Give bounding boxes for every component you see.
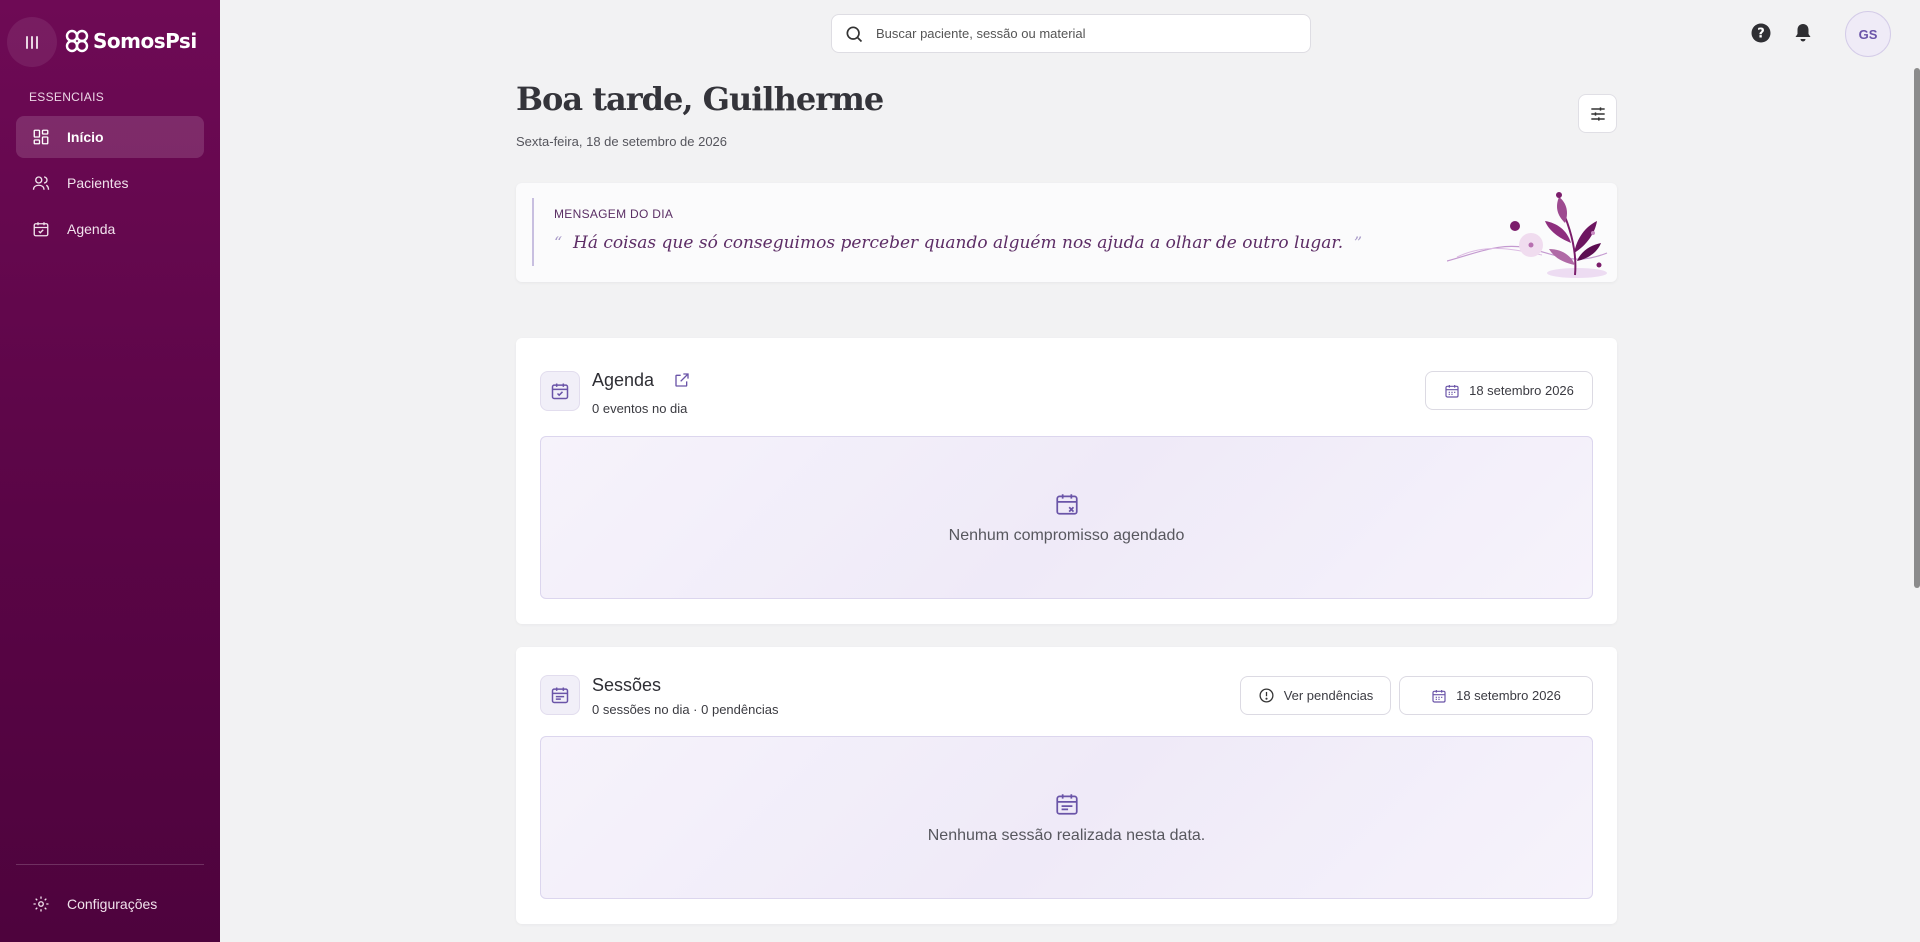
calendar-list-icon <box>551 687 569 704</box>
calendar-check-icon <box>551 383 569 400</box>
plant-illustration <box>1447 192 1608 278</box>
sliders-icon <box>1590 106 1605 121</box>
sidebar-item-configuracoes[interactable]: Configurações <box>16 883 204 925</box>
dashboard-icon <box>33 129 49 145</box>
brand-name: SomosPsi <box>93 29 197 53</box>
calendar-icon <box>1445 384 1459 398</box>
agenda-date-label: 18 setembro 2026 <box>1469 383 1574 398</box>
gear-icon <box>33 896 49 912</box>
message-accent-bar <box>532 198 534 266</box>
sessions-date-label: 18 setembro 2026 <box>1456 688 1561 703</box>
sidebar-item-label: Início <box>67 129 104 145</box>
agenda-date-picker-button[interactable]: 18 setembro 2026 <box>1425 371 1593 410</box>
customize-dashboard-button[interactable] <box>1578 94 1617 133</box>
search-bar[interactable] <box>831 14 1311 53</box>
users-icon <box>32 176 50 190</box>
quote-text: Há coisas que só conseguimos perceber qu… <box>573 233 1344 253</box>
sidebar-item-pacientes[interactable]: Pacientes <box>16 162 204 204</box>
logo-icon <box>65 29 89 53</box>
nav-section-label: ESSENCIAIS <box>29 90 105 104</box>
agenda-title: Agenda <box>592 370 655 390</box>
message-quote: “ Há coisas que só conseguimos perceber … <box>554 233 1362 253</box>
agenda-card-icon <box>540 371 580 411</box>
sessions-card-icon <box>540 675 580 715</box>
sidebar-item-label: Pacientes <box>67 175 129 191</box>
external-link-icon[interactable] <box>674 372 690 388</box>
calendar-x-icon <box>1055 493 1078 515</box>
search-icon <box>846 26 863 42</box>
menu-toggle-button[interactable] <box>7 17 57 67</box>
sidebar-item-label: Agenda <box>67 221 116 237</box>
sidebar-nav: Início Pacientes Agenda <box>16 116 204 254</box>
sidebar: SomosPsi ESSENCIAIS Início Pacientes Age… <box>0 0 220 942</box>
sidebar-item-inicio[interactable]: Início <box>16 116 204 158</box>
agenda-card: Agenda 0 eventos no dia 18 setembro 2026… <box>516 338 1617 624</box>
bell-icon[interactable] <box>1792 22 1814 44</box>
calendar-icon <box>1432 689 1446 703</box>
sidebar-item-label: Configurações <box>67 896 158 912</box>
sidebar-item-agenda[interactable]: Agenda <box>16 208 204 250</box>
page-title: Boa tarde, Guilherme <box>516 80 884 118</box>
message-of-the-day: MENSAGEM DO DIA “ Há coisas que só conse… <box>516 183 1617 282</box>
view-pending-label: Ver pendências <box>1283 688 1374 703</box>
agenda-empty-state: Nenhum compromisso agendado <box>540 436 1593 599</box>
search-input[interactable] <box>876 26 1276 41</box>
svg-text:?: ? <box>1757 27 1765 42</box>
view-pending-button[interactable]: Ver pendências <box>1240 676 1391 715</box>
calendar-check-icon <box>33 222 49 237</box>
agenda-empty-text: Nenhum compromisso agendado <box>948 526 1185 544</box>
sessions-date-picker-button[interactable]: 18 setembro 2026 <box>1399 676 1593 715</box>
user-avatar[interactable]: GS <box>1845 11 1891 57</box>
sessions-card: Sessões 0 sessões no dia · 0 pendências … <box>516 647 1617 924</box>
sessions-title: Sessões <box>592 675 662 695</box>
help-icon[interactable]: ? <box>1750 22 1772 44</box>
page-scrollbar[interactable] <box>1914 68 1920 588</box>
calendar-list-icon <box>1055 793 1078 815</box>
sessions-subtitle: 0 sessões no dia · 0 pendências <box>592 702 779 717</box>
open-quote-mark: “ <box>554 233 563 252</box>
brand-logo[interactable]: SomosPsi <box>64 28 197 54</box>
message-label: MENSAGEM DO DIA <box>554 207 674 221</box>
alert-circle-icon <box>1259 688 1274 703</box>
sessions-empty-text: Nenhuma sessão realizada nesta data. <box>927 826 1206 844</box>
current-date: Sexta-feira, 18 de setembro de 2026 <box>516 134 728 149</box>
agenda-subtitle: 0 eventos no dia <box>592 401 688 416</box>
sessions-empty-state: Nenhuma sessão realizada nesta data. <box>540 736 1593 899</box>
sidebar-divider <box>16 864 204 865</box>
close-quote-mark: ” <box>1353 233 1363 252</box>
